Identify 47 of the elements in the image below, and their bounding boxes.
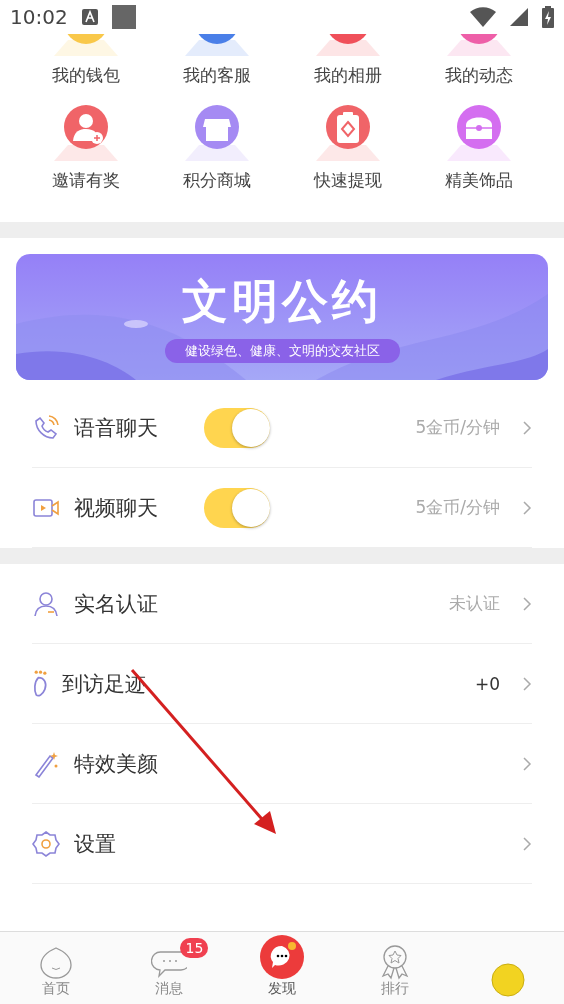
unread-count: 15 (180, 938, 209, 958)
menu-grid-item[interactable]: 我的客服 (151, 34, 282, 87)
chevron-icon (522, 835, 532, 852)
phone-icon (32, 413, 60, 442)
chevron-icon (522, 499, 532, 516)
toggle-switch[interactable] (204, 487, 270, 528)
footprint-icon (32, 669, 48, 698)
menu-label[interactable]: 实名认证 (74, 589, 158, 618)
person-icon (32, 589, 60, 618)
tab-bar-item[interactable]: 消息 15 (112, 932, 226, 1004)
menu-grid-item[interactable]: 我的相册 (282, 34, 413, 87)
banner-subtitle: 健设绿色、健康、文明的交友社区 (164, 339, 400, 363)
status-time: 10:02 (10, 5, 68, 29)
signal-icon (510, 8, 528, 26)
setting-label: 语音聊天 (74, 414, 158, 442)
chevron-icon (522, 675, 532, 692)
toggle-switch[interactable] (204, 407, 270, 448)
tab-bar-item[interactable]: 发现 (225, 932, 339, 1004)
avatar-icon (489, 962, 526, 998)
menu-label[interactable]: 设置 (74, 829, 116, 858)
keyboard-notification-icon (81, 9, 98, 25)
menu-grid-item[interactable]: 积分商城 (151, 99, 282, 192)
wifi-icon (470, 7, 496, 27)
chevron-icon (522, 755, 532, 772)
price-text: 5金币/分钟 (415, 496, 500, 519)
banner[interactable]: 文明公约 健设绿色、健康、文明的交友社区 (16, 254, 548, 380)
face-icon (39, 946, 74, 980)
tab-bar-item[interactable]: 首页 (0, 932, 113, 1004)
settings-icon (32, 829, 60, 858)
banner-title: 文明公约 (182, 273, 382, 330)
menu-grid-item[interactable]: 快速提现 (282, 99, 413, 192)
menu-grid-item[interactable]: 精美饰品 (413, 99, 544, 192)
setting-label: 视频聊天 (74, 494, 158, 522)
notification-square-icon (111, 5, 136, 29)
menu-grid-item[interactable]: 我的钱包 (20, 34, 151, 87)
chevron-icon (522, 595, 532, 612)
tab-bar-item[interactable]: 排行 (338, 932, 452, 1004)
chat-bubble-icon (259, 934, 305, 980)
battery-icon (542, 6, 554, 28)
menu-value: 未认证 (449, 592, 500, 615)
menu-value: +0 (474, 673, 500, 694)
menu-grid-item[interactable]: 邀请有奖 (20, 99, 151, 192)
price-text: 5金币/分钟 (415, 416, 500, 439)
menu-label[interactable]: 特效美颜 (74, 749, 158, 778)
menu-grid-item[interactable]: 我的动态 (413, 34, 544, 87)
chevron-icon (522, 419, 532, 436)
chat-bubble-icon (151, 948, 188, 980)
